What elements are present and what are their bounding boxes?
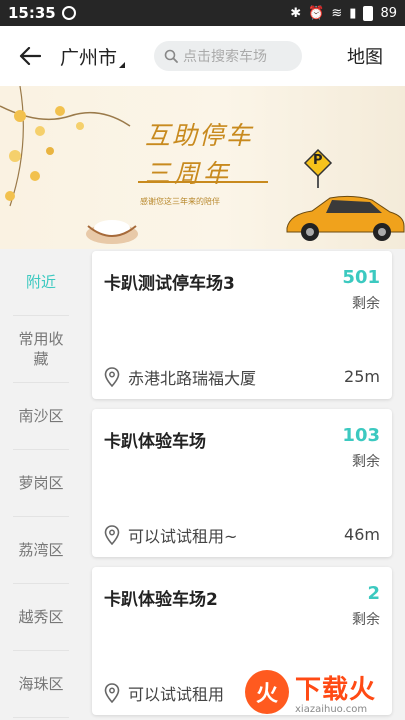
search-input[interactable]: 点击搜索车场 (154, 41, 302, 71)
distance: 25m (344, 367, 380, 386)
battery-icon (363, 5, 374, 21)
watermark-brand: 下载火 (295, 675, 377, 705)
dropdown-triangle-icon (119, 61, 126, 68)
back-button[interactable] (0, 26, 60, 86)
banner-subtitle: 感谢您这三年来的陪伴 (140, 197, 220, 206)
alarm-icon: ⏰ (308, 5, 325, 21)
sidebar-item-nansha[interactable]: 南沙区 (13, 383, 69, 450)
status-icons: ✱ ⏰ ≋ ▮ 89 (290, 5, 397, 21)
remain-label: 剩余 (352, 296, 380, 312)
top-bar: 广州市 点击搜索车场 地图 (0, 26, 405, 86)
address-text: 赤港北路瑞福大厦 (128, 369, 257, 388)
space-count: 2 (367, 583, 380, 604)
promo-banner[interactable]: 互助停车 三周年 感谢您这三年来的陪伴 P (0, 86, 405, 249)
address-text: 可以试试租用~ (128, 527, 238, 546)
sidebar-item-yuexiu[interactable]: 越秀区 (13, 584, 69, 651)
parking-name: 卡趴体验车场 (104, 432, 206, 452)
address-text: 可以试试租用 (128, 685, 225, 704)
parking-card[interactable]: 卡趴测试停车场3 501 剩余 赤港北路瑞福大厦 25m (92, 251, 392, 399)
location-pin-icon (104, 367, 120, 387)
location-pin-icon (104, 683, 120, 703)
district-sidebar: 附近 常用收藏 南沙区 萝岗区 荔湾区 越秀区 海珠区 (0, 249, 82, 720)
status-time: 15:35 (8, 4, 56, 22)
distance: 46m (344, 525, 380, 544)
sync-icon (61, 6, 76, 20)
space-count: 501 (342, 267, 380, 288)
parking-card[interactable]: 卡趴体验车场 103 剩余 可以试试租用~ 46m (92, 409, 392, 557)
parking-address: 赤港北路瑞福大厦 (104, 365, 256, 389)
location-pin-icon (104, 525, 120, 545)
watermark-logo: 火 下载火 xiazaihuo.com (245, 664, 405, 720)
remain-label: 剩余 (352, 612, 380, 628)
map-button[interactable]: 地图 (347, 43, 383, 69)
bluetooth-icon: ✱ (290, 5, 302, 21)
sidebar-item-nearby[interactable]: 附近 (13, 249, 69, 316)
battery-level: 89 (380, 5, 397, 21)
flower-decoration (0, 86, 138, 244)
watermark-text: 下载火 xiazaihuo.com (295, 669, 376, 715)
city-label: 广州市 (60, 46, 118, 69)
sidebar-item-luogang[interactable]: 萝岗区 (13, 450, 69, 517)
parking-address: 可以试试租用 (104, 681, 224, 705)
car-illustration (286, 195, 405, 241)
remain-label: 剩余 (352, 454, 380, 470)
parking-name: 卡趴体验车场2 (104, 590, 218, 610)
parking-sign-letter: P (313, 153, 323, 168)
search-icon (164, 49, 178, 63)
banner-title-line2: 三周年 (145, 159, 233, 188)
wifi-icon: ≋ (331, 5, 343, 21)
parking-list: 卡趴测试停车场3 501 剩余 赤港北路瑞福大厦 25m 卡趴体验车场 103 … (82, 249, 405, 720)
parking-address: 可以试试租用~ (104, 523, 237, 547)
arrow-left-icon (19, 47, 41, 65)
parking-name: 卡趴测试停车场3 (104, 274, 235, 294)
banner-title-line1: 互助停车 (145, 121, 254, 150)
space-count: 103 (342, 425, 380, 446)
status-bar: 15:35 ✱ ⏰ ≋ ▮ 89 (0, 0, 405, 26)
signal-icon: ▮ (349, 5, 357, 21)
city-selector[interactable]: 广州市 (60, 43, 150, 70)
sidebar-item-liwan[interactable]: 荔湾区 (13, 517, 69, 584)
sidebar-item-favorites[interactable]: 常用收藏 (13, 316, 69, 383)
watermark-domain: xiazaihuo.com (295, 704, 368, 715)
flame-icon: 火 (245, 670, 289, 714)
search-placeholder: 点击搜索车场 (183, 49, 267, 65)
sidebar-item-haizhu[interactable]: 海珠区 (13, 651, 69, 718)
